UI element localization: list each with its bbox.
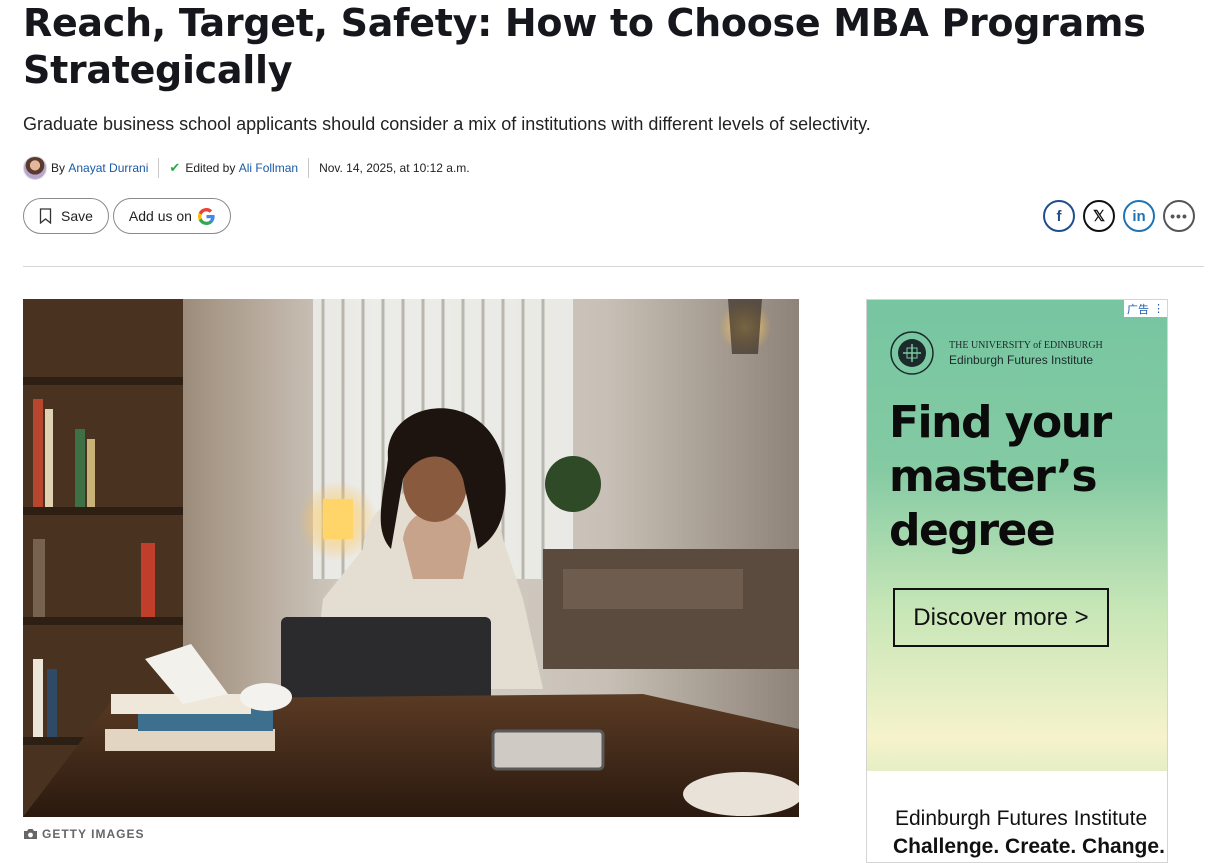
- byline-divider: [308, 158, 310, 178]
- university-seal-icon: [890, 331, 934, 375]
- add-us-on-google-button[interactable]: Add us on: [112, 198, 231, 234]
- x-icon: 𝕏: [1092, 208, 1106, 225]
- more-share-button[interactable]: •••: [1163, 200, 1195, 232]
- author-avatar[interactable]: [23, 156, 47, 180]
- share-buttons: f 𝕏 in •••: [1043, 200, 1195, 232]
- camera-icon: [23, 828, 38, 840]
- linkedin-share-button[interactable]: in: [1123, 200, 1155, 232]
- ad-choices[interactable]: 广告 ⋮: [1124, 300, 1167, 317]
- image-credit-text: GETTY IMAGES: [42, 827, 145, 841]
- x-share-button[interactable]: 𝕏: [1083, 200, 1115, 232]
- publish-timestamp: Nov. 14, 2025, at 10:12 a.m.: [319, 161, 470, 175]
- article-actions: Save Add us on: [23, 198, 231, 234]
- ad-label: 广告: [1127, 303, 1149, 316]
- editor-link[interactable]: Ali Follman: [239, 161, 298, 175]
- university-name: THE UNIVERSITY of EDINBURGH: [949, 339, 1103, 351]
- university-brand: THE UNIVERSITY of EDINBURGH Edinburgh Fu…: [889, 330, 1103, 376]
- facebook-icon: f: [1056, 207, 1062, 225]
- institute-name: Edinburgh Futures Institute: [949, 352, 1094, 367]
- hero-image: [23, 299, 799, 817]
- article-title: Reach, Target, Safety: How to Choose MBA…: [23, 1, 1146, 92]
- sidebar-ad[interactable]: 广告 ⋮ THE UNIVERSITY of EDINBURGH Edinbur…: [866, 299, 1168, 863]
- ad-footer-tagline: Challenge. Create. Change.: [893, 835, 1165, 858]
- google-logo-icon: [197, 207, 215, 225]
- ad-footer-institute: Edinburgh Futures Institute: [895, 807, 1148, 830]
- by-prefix: By: [51, 161, 66, 175]
- ad-headline: Find your master’s degree: [889, 397, 1112, 556]
- linkedin-icon: in: [1132, 207, 1146, 225]
- bookmark-icon: [39, 208, 52, 224]
- byline-divider: [158, 158, 160, 178]
- author-link[interactable]: Anayat Durrani: [68, 161, 148, 175]
- article-dek: Graduate business school applicants shou…: [23, 114, 871, 134]
- more-icon: •••: [1170, 208, 1188, 224]
- add-us-label: Add us on: [128, 208, 192, 224]
- save-button[interactable]: Save: [23, 198, 109, 234]
- save-label: Save: [61, 208, 93, 224]
- ad-menu-icon[interactable]: ⋮: [1153, 302, 1164, 315]
- check-icon: ✔: [169, 160, 181, 175]
- discover-more-button[interactable]: Discover more >: [893, 588, 1109, 647]
- byline: By Anayat Durrani ✔ Edited by Ali Follma…: [23, 156, 470, 180]
- edited-prefix: Edited by: [185, 161, 236, 175]
- image-credit: GETTY IMAGES: [23, 827, 144, 841]
- ad-footer: Edinburgh Futures Institute Challenge. C…: [867, 771, 1167, 862]
- facebook-share-button[interactable]: f: [1043, 200, 1075, 232]
- header-divider: [23, 266, 1204, 267]
